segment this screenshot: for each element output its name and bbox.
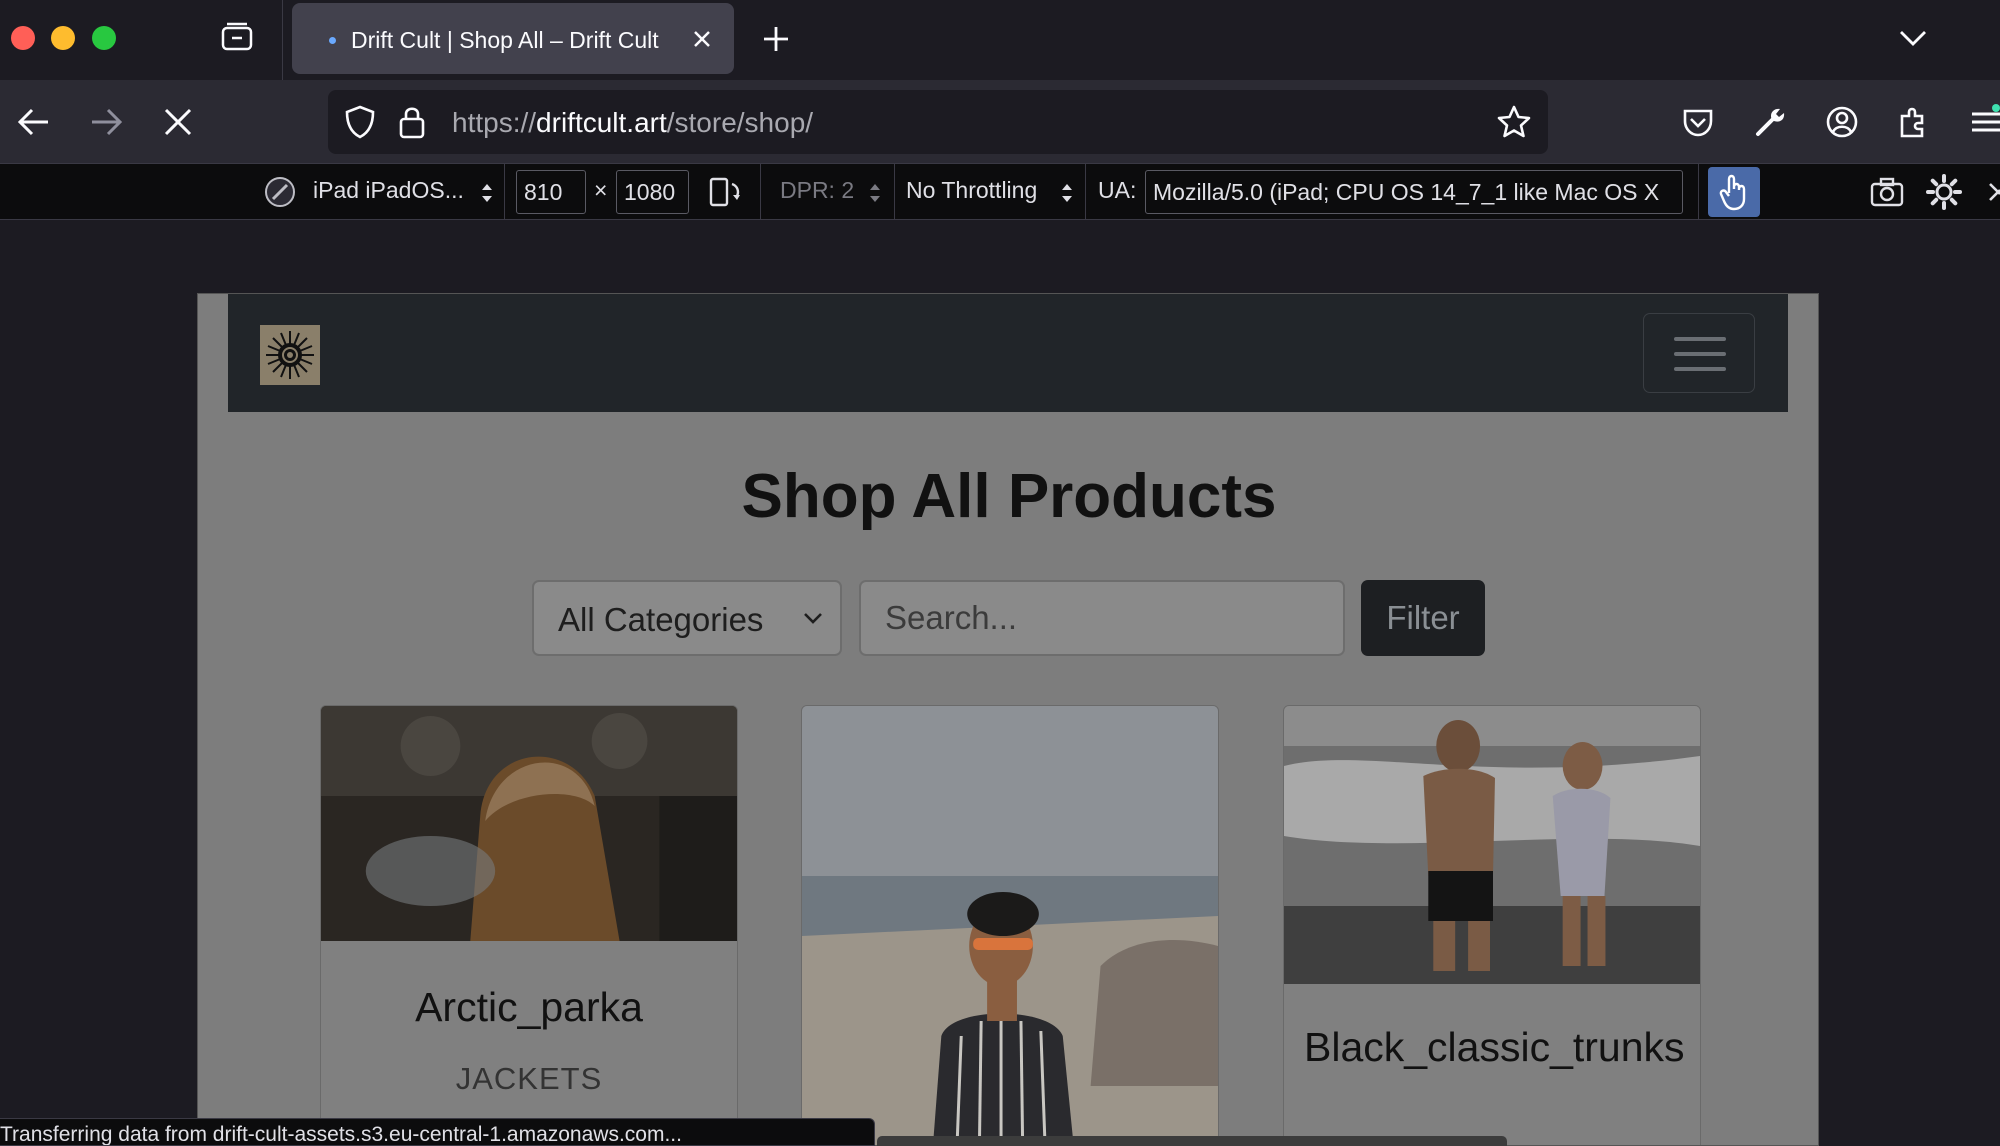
product-image[interactable] — [1284, 706, 1700, 984]
navigation-toolbar: https://driftcult.art/store/shop/ — [0, 80, 2000, 163]
dpr-selector: DPR: 2 — [780, 177, 855, 203]
forward-icon[interactable] — [88, 104, 124, 140]
viewport-height-input[interactable]: 1080 — [616, 170, 689, 214]
horizontal-scrollbar[interactable] — [877, 1136, 1507, 1146]
touch-hand-icon — [1719, 174, 1746, 211]
user-agent-input[interactable]: Mozilla/5.0 (iPad; CPU OS 14_7_1 like Ma… — [1145, 170, 1683, 214]
touch-simulation-button[interactable] — [1708, 167, 1760, 217]
product-card[interactable]: Black_classic_trunks — [1283, 705, 1701, 1145]
rdm-separator — [894, 164, 895, 219]
site-logo[interactable] — [260, 325, 320, 385]
hamburger-line — [1674, 337, 1726, 341]
product-image[interactable] — [321, 706, 737, 941]
rdm-separator — [760, 164, 761, 219]
product-category: JACKETS — [455, 1061, 603, 1096]
list-all-tabs-icon[interactable] — [1898, 26, 1928, 50]
back-icon[interactable] — [16, 104, 52, 140]
product-name[interactable]: Arctic_parka — [321, 983, 737, 1031]
shield-icon[interactable] — [344, 105, 376, 139]
navbar-toggle-button[interactable] — [1643, 313, 1755, 393]
site-navbar — [228, 294, 1788, 412]
device-selector[interactable]: iPad iPadOS... — [313, 177, 464, 204]
url-bar[interactable]: https://driftcult.art/store/shop/ — [328, 90, 1548, 154]
new-tab-icon[interactable] — [761, 24, 791, 54]
url-text[interactable]: https://driftcult.art/store/shop/ — [452, 107, 813, 139]
safari-compass-icon — [265, 177, 295, 207]
dimension-separator: × — [594, 177, 608, 203]
menu-icon[interactable] — [1968, 104, 2000, 140]
page-title: Shop All Products — [741, 462, 1277, 531]
lock-icon[interactable] — [398, 104, 426, 140]
rotate-device-icon[interactable] — [708, 176, 742, 208]
window-maximize-button[interactable] — [92, 26, 116, 50]
window-close-button[interactable] — [11, 26, 35, 50]
tab-loading-indicator — [329, 37, 336, 44]
responsive-design-toolbar: iPad iPadOS... 810 × 1080 DPR: 2 No Thro… — [0, 163, 2000, 220]
chevron-down-icon — [804, 613, 822, 624]
close-rdm-icon[interactable] — [1988, 180, 2000, 204]
wrench-icon[interactable] — [1752, 104, 1788, 140]
tab-title: Drift Cult | Shop All – Drift Cult — [351, 27, 659, 53]
stop-loading-icon[interactable] — [160, 104, 196, 140]
account-icon[interactable] — [1824, 104, 1860, 140]
hamburger-line — [1674, 367, 1726, 371]
hamburger-line — [1674, 352, 1726, 356]
settings-gear-icon[interactable] — [1926, 174, 1962, 210]
rdm-separator — [1698, 164, 1699, 219]
window-minimize-button[interactable] — [51, 26, 75, 50]
firefox-view-icon[interactable] — [220, 22, 254, 52]
product-card[interactable]: Arctic_parka JACKETS — [320, 705, 738, 1145]
dpr-dropdown-icon — [870, 184, 880, 202]
search-input[interactable] — [859, 580, 1345, 656]
bookmark-star-icon[interactable] — [1496, 104, 1532, 140]
ua-label: UA: — [1098, 177, 1137, 203]
tab-close-icon[interactable] — [688, 25, 716, 53]
product-name[interactable]: Black_classic_trunks — [1284, 1023, 1700, 1071]
sun-logo-icon — [266, 331, 314, 379]
product-card[interactable] — [801, 705, 1219, 1146]
rdm-separator — [504, 164, 505, 219]
extensions-icon[interactable] — [1896, 104, 1932, 140]
product-image[interactable] — [802, 706, 1218, 1146]
rdm-separator — [1085, 164, 1086, 219]
throttling-dropdown-icon[interactable] — [1060, 182, 1074, 204]
status-bar: Transferring data from drift-cult-assets… — [0, 1118, 875, 1146]
tab-separator — [282, 0, 283, 80]
active-tab[interactable]: Drift Cult | Shop All – Drift Cult — [292, 3, 734, 74]
screenshot-camera-icon[interactable] — [1870, 176, 1904, 208]
device-viewport: Shop All Products All Categories Filter … — [197, 293, 1819, 1146]
tab-bar: Drift Cult | Shop All – Drift Cult — [0, 0, 2000, 80]
device-dropdown-icon[interactable] — [480, 182, 494, 204]
viewport-width-input[interactable]: 810 — [516, 170, 586, 214]
category-select[interactable]: All Categories — [532, 580, 842, 656]
category-select-value: All Categories — [558, 601, 764, 638]
pocket-icon[interactable] — [1680, 104, 1716, 140]
throttling-selector[interactable]: No Throttling — [906, 177, 1037, 204]
filter-button[interactable]: Filter — [1361, 580, 1485, 656]
